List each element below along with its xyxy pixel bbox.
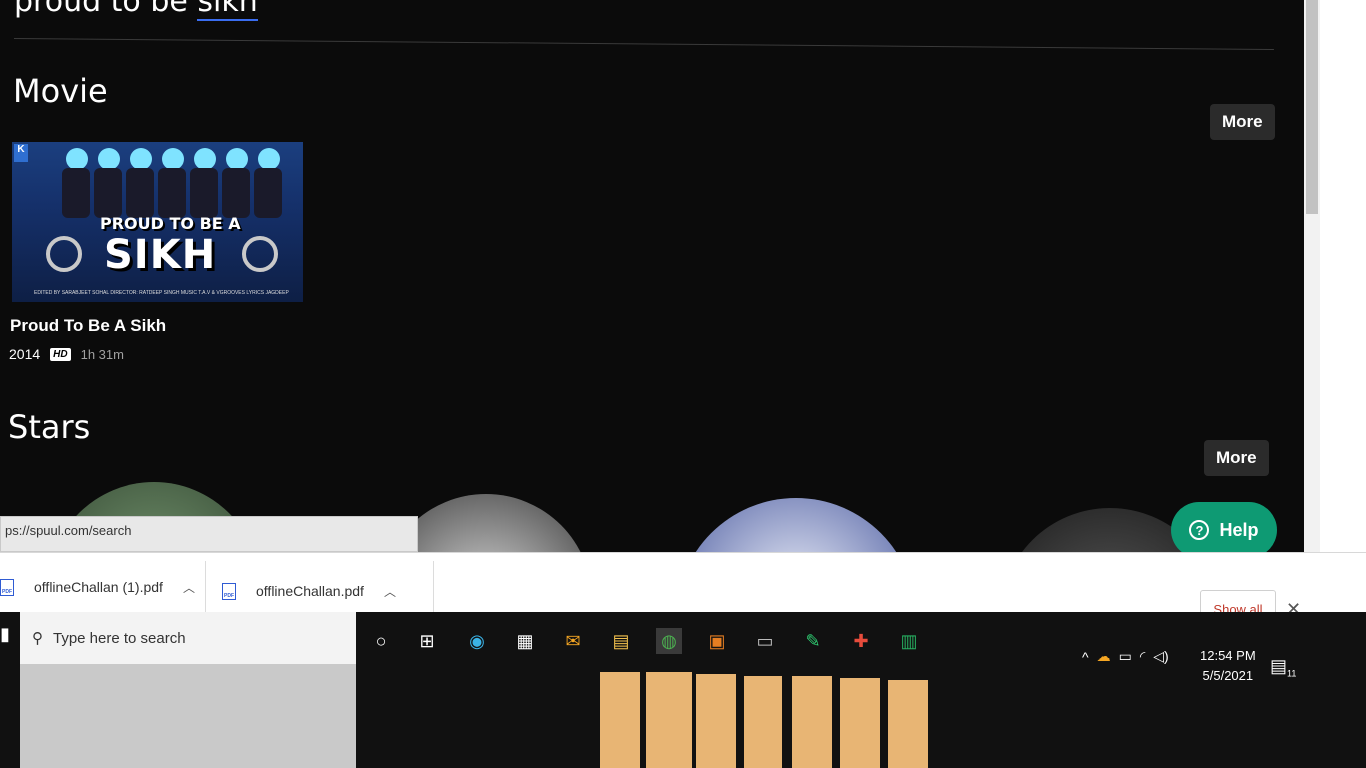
- chrome-icon[interactable]: ◍: [656, 628, 682, 654]
- taskbar-preview-tile: [744, 676, 782, 768]
- taskbar-search-input[interactable]: ⚲ Type here to search: [20, 612, 356, 664]
- taskbar-preview-tile: [600, 672, 640, 768]
- outlook-icon[interactable]: ▣: [704, 628, 730, 654]
- stars-section-title: Stars: [8, 408, 91, 446]
- download-filename: offlineChallan (1).pdf: [34, 579, 163, 595]
- pdf-icon: PDF: [0, 578, 14, 596]
- movie-meta: 2014 HD 1h 31m: [9, 346, 124, 362]
- download-item[interactable]: PDF offlineChallan.pdf ︿: [222, 569, 396, 613]
- search-query-heading: proud to be sikh: [14, 0, 258, 21]
- battery-icon[interactable]: ▭: [1119, 648, 1132, 665]
- download-separator: [433, 561, 434, 613]
- divider: [13, 38, 1274, 50]
- windows-start-icon[interactable]: ▮: [0, 624, 10, 644]
- notepad-icon[interactable]: ✎: [800, 628, 826, 654]
- chevron-up-icon[interactable]: ^: [1082, 649, 1089, 665]
- excel-icon[interactable]: ▥: [896, 628, 922, 654]
- taskbar-preview-tile: [888, 680, 928, 768]
- clock-time: 12:54 PM: [1200, 648, 1256, 663]
- system-tray: ^ ☁ ▭ ◜ ◁): [1082, 648, 1169, 665]
- download-filename: offlineChallan.pdf: [256, 583, 364, 599]
- task-view-icon[interactable]: ⊞: [414, 628, 440, 654]
- taskbar-clock[interactable]: 12:54 PM 5/5/2021: [1200, 646, 1256, 686]
- movie-duration: 1h 31m: [80, 346, 124, 362]
- taskbar-preview-tile: [792, 676, 832, 768]
- download-item[interactable]: PDF offlineChallan (1).pdf ︿: [0, 565, 195, 609]
- search-icon: ⚲: [32, 630, 43, 647]
- clock-date: 5/5/2021: [1202, 668, 1254, 683]
- file-explorer-icon[interactable]: ▤: [608, 628, 634, 654]
- status-url-tooltip: ps://spuul.com/search: [0, 516, 418, 552]
- movie-title[interactable]: Proud To Be A Sikh: [10, 316, 166, 336]
- search-query-prefix: proud to be: [14, 0, 198, 19]
- taskbar-preview-tile: [840, 678, 880, 768]
- taskbar-preview-tile: [646, 672, 692, 768]
- terminal-icon[interactable]: ▭: [752, 628, 778, 654]
- movie-more-button[interactable]: More: [1210, 104, 1275, 140]
- store-icon[interactable]: ▦: [512, 628, 538, 654]
- poster-title-line1: PROUD TO BE A: [100, 214, 241, 233]
- edge-icon[interactable]: ◉: [464, 628, 490, 654]
- poster-logo: K: [14, 144, 28, 162]
- hd-badge: HD: [50, 347, 71, 361]
- chevron-up-icon[interactable]: ︿: [384, 583, 396, 600]
- movie-poster[interactable]: K PROUD TO BE A SIKH EDITED BY SARABJEET…: [12, 142, 303, 302]
- onedrive-icon[interactable]: ☁: [1097, 648, 1111, 665]
- notification-count: 11: [1287, 668, 1297, 679]
- movie-year: 2014: [9, 346, 41, 362]
- help-label: Help: [1219, 519, 1259, 540]
- poster-credits: EDITED BY SARABJEET SOHAL DIRECTOR: RATD…: [34, 290, 289, 296]
- help-icon: ?: [1189, 520, 1210, 540]
- wifi-icon[interactable]: ◜: [1140, 648, 1145, 665]
- pdf-icon: PDF: [222, 582, 236, 600]
- stars-more-button[interactable]: More: [1204, 440, 1269, 476]
- notification-icon[interactable]: ▤11: [1270, 656, 1296, 679]
- scrollbar-thumb[interactable]: [1306, 0, 1318, 214]
- taskbar: ▮ ⚲ Type here to search ○ ⊞ ◉ ▦ ✉ ▤ ◍ ▣ …: [0, 612, 1366, 768]
- taskbar-preview-tile: [696, 674, 736, 768]
- volume-icon[interactable]: ◁): [1153, 648, 1168, 665]
- download-separator: [205, 561, 206, 613]
- cortana-icon[interactable]: ○: [368, 628, 394, 654]
- poster-title-line2: SIKH: [104, 232, 217, 278]
- mail-icon[interactable]: ✉: [560, 628, 586, 654]
- chevron-up-icon[interactable]: ︿: [183, 579, 195, 596]
- taskbar-search-panel: ⚲ Type here to search: [20, 612, 356, 768]
- help-button[interactable]: ? Help: [1171, 502, 1277, 558]
- movie-section-title: Movie: [13, 72, 108, 110]
- teams-icon[interactable]: ✚: [848, 628, 874, 654]
- page-viewport: proud to be sikh Movie More K PROUD TO B…: [0, 0, 1304, 572]
- search-placeholder: Type here to search: [53, 629, 186, 647]
- search-query-highlight: sikh: [197, 0, 258, 21]
